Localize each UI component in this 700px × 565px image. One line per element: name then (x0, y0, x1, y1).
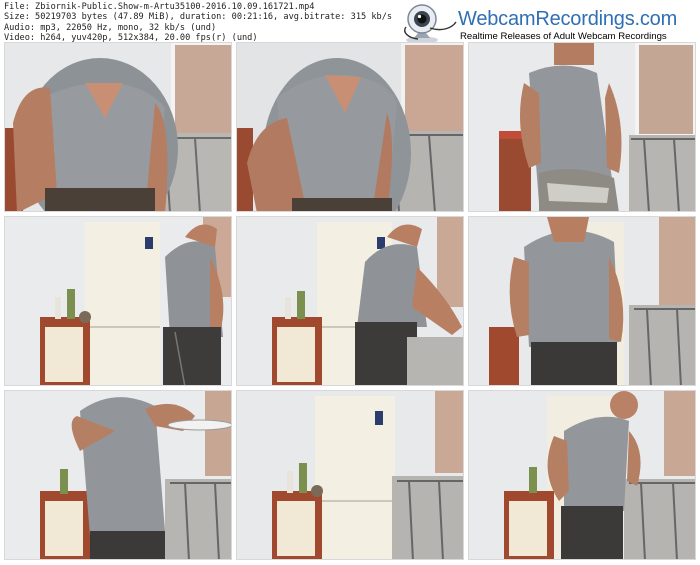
thumbnail (236, 216, 464, 386)
thumbnail (4, 390, 232, 560)
thumbnail (468, 390, 696, 560)
thumbnail (4, 42, 232, 212)
thumbnail-grid (0, 0, 700, 565)
thumbnail (468, 216, 696, 386)
thumbnail (236, 42, 464, 212)
thumbnail (4, 216, 232, 386)
thumbnail (236, 390, 464, 560)
thumbnail (468, 42, 696, 212)
